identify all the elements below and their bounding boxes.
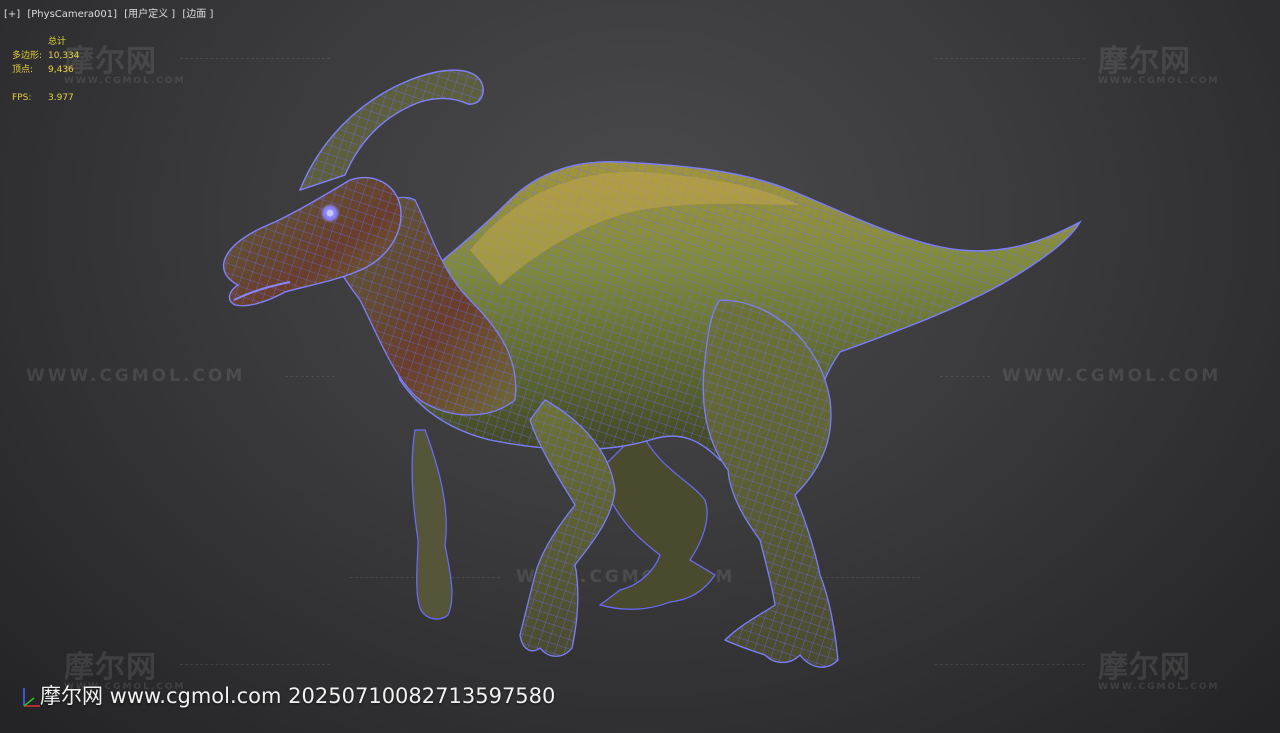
- viewport-camera-menu[interactable]: [PhysCamera001]: [27, 9, 117, 20]
- dinosaur-body-group: [222, 69, 1082, 668]
- stats-header: 总计: [48, 37, 67, 47]
- verts-value: 9,436: [48, 65, 74, 75]
- viewport-statistics: 总计 多边形: 10,334 顶点: 9,436 FPS: 3.977: [12, 35, 80, 105]
- viewport-label: [+] [PhysCamera001] [用户定义 ] [边面 ]: [4, 5, 217, 20]
- dinosaur-wireframe-model[interactable]: [0, 0, 1280, 733]
- fps-value: 3.977: [48, 93, 74, 103]
- bottom-watermark-text: 摩尔网 www.cgmol.com 20250710082713597580: [40, 684, 556, 708]
- fps-label: FPS:: [12, 93, 32, 103]
- viewport-view-menu[interactable]: [用户定义 ]: [124, 9, 175, 20]
- viewport-plus-menu[interactable]: [+]: [4, 9, 20, 20]
- polys-value: 10,334: [48, 51, 80, 61]
- far-front-leg: [411, 429, 453, 620]
- polys-label: 多边形:: [12, 51, 43, 61]
- 3d-viewport[interactable]: 摩尔网 WWW.CGMOL.COM 摩尔网 WWW.CGMOL.COM 摩尔网 …: [0, 0, 1280, 733]
- far-hind-leg: [598, 428, 716, 610]
- viewport-shading-menu[interactable]: [边面 ]: [182, 9, 213, 20]
- dinosaur-eye-core: [326, 209, 334, 217]
- verts-label: 顶点:: [12, 65, 34, 75]
